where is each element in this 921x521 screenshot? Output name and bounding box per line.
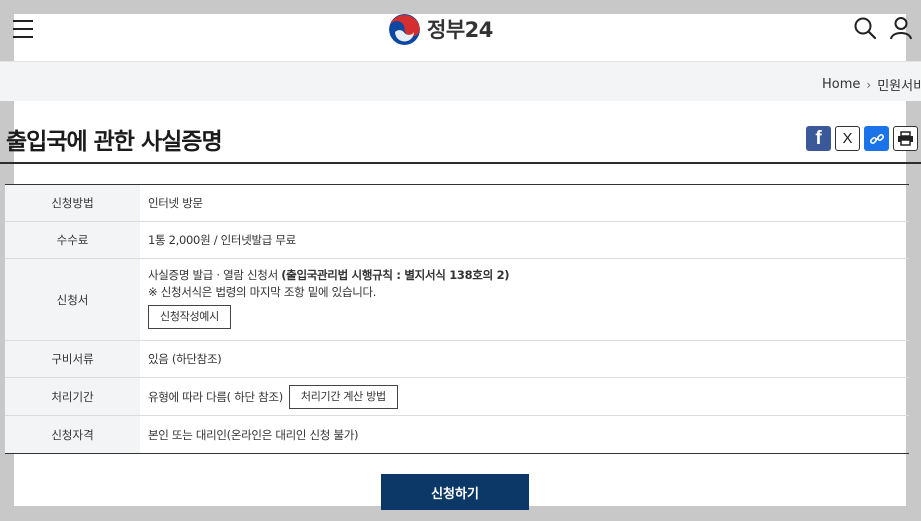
- form-reference: (출입국관리법 시행규칙 : 별지서식 138호의 2): [281, 268, 510, 282]
- info-table: 신청방법 인터넷 방문 수수료 1통 2,000원 / 인터넷발급 무료 신청서…: [5, 184, 909, 454]
- processing-period-button[interactable]: 처리기간 계산 방법: [288, 384, 398, 409]
- table-row: 구비서류 있음 (하단참조): [5, 341, 909, 378]
- row-label: 신청서: [5, 259, 140, 340]
- row-label: 신청자격: [5, 416, 140, 453]
- row-value: 있음 (하단참조): [148, 352, 222, 366]
- row-label: 구비서류: [5, 341, 140, 377]
- print-icon[interactable]: [893, 126, 918, 151]
- x-icon[interactable]: X: [835, 126, 860, 151]
- apply-button[interactable]: 신청하기: [381, 474, 529, 510]
- breadcrumb-current[interactable]: 민원서비스: [877, 75, 921, 94]
- logo[interactable]: 정부24: [389, 13, 493, 45]
- search-icon[interactable]: [853, 16, 877, 40]
- breadcrumb-home[interactable]: Home: [822, 77, 860, 92]
- table-row: 처리기간 유형에 따라 다름( 하단 참조) 처리기간 계산 방법: [5, 378, 909, 416]
- link-icon[interactable]: [864, 126, 889, 151]
- row-label: 신청방법: [5, 185, 140, 221]
- facebook-icon[interactable]: f: [806, 126, 831, 151]
- row-label: 수수료: [5, 222, 140, 258]
- table-row: 신청방법 인터넷 방문: [5, 185, 909, 222]
- user-icon[interactable]: [889, 16, 913, 40]
- table-row: 수수료 1통 2,000원 / 인터넷발급 무료: [5, 222, 909, 259]
- breadcrumb-bar: Home › 민원서비스: [0, 61, 921, 101]
- logo-text: 정부24: [427, 18, 493, 42]
- row-label: 처리기간: [5, 378, 140, 415]
- row-value: 인터넷 방문: [148, 196, 203, 210]
- share-toolbar: f X: [806, 126, 921, 151]
- taeguk-logo-icon: [389, 13, 420, 45]
- chevron-right-icon: ›: [866, 77, 872, 92]
- page: 정부24 Home › 민원서비스 출입국에 관한 사실증명 f X 신청방법: [0, 0, 921, 521]
- row-value: 1통 2,000원 / 인터넷발급 무료: [148, 233, 296, 247]
- top-header: 정부24: [0, 0, 921, 60]
- form-note: ※ 신청서식은 법령의 마지막 조항 밑에 있습니다.: [148, 285, 377, 299]
- row-value: 본인 또는 대리인(온라인은 대리인 신청 불가): [148, 427, 359, 442]
- table-row: 신청서 사실증명 발급 · 열람 신청서 (출입국관리법 시행규칙 : 별지서식…: [5, 259, 909, 341]
- row-value: 유형에 따라 다름( 하단 참조): [148, 389, 283, 404]
- breadcrumb: Home › 민원서비스: [822, 75, 921, 94]
- title-divider: [0, 162, 921, 164]
- form-example-button[interactable]: 신청작성예시: [148, 305, 231, 329]
- hamburger-menu-icon[interactable]: [13, 20, 33, 38]
- table-row: 신청자격 본인 또는 대리인(온라인은 대리인 신청 불가): [5, 416, 909, 453]
- row-value: 사실증명 발급 · 열람 신청서: [148, 268, 282, 282]
- page-title: 출입국에 관한 사실증명: [6, 129, 223, 155]
